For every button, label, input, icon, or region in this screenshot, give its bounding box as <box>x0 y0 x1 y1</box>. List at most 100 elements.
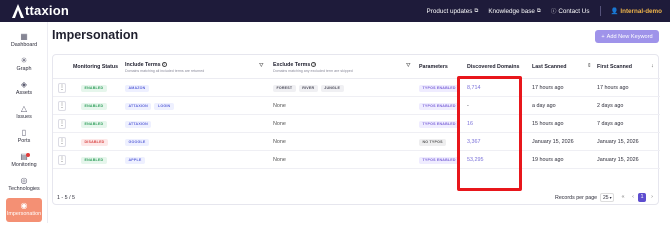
table-row[interactable]: ⋮ DISABLED GOOGLE None NO TYPOS 3,367 Ja… <box>53 133 660 151</box>
row-menu-icon[interactable]: ⋮ <box>58 83 66 93</box>
first-scanned-cell: 2 days ago <box>597 103 624 109</box>
status-badge: ENABLED <box>81 84 107 92</box>
exclude-cell: None <box>273 139 286 145</box>
row-menu-icon[interactable]: ⋮ <box>58 101 66 111</box>
sidebar-item-assets[interactable]: ◈ Assets <box>0 80 48 96</box>
app-logo[interactable]: ttaxion <box>12 3 69 18</box>
header-label: Monitoring Status <box>73 64 119 70</box>
top-nav: Product updates ⧉ Knowledge base ⧉ ⓘ Contac… <box>427 0 662 22</box>
prev-page-icon[interactable]: ‹ <box>629 193 637 202</box>
include-cell: ATTAXION <box>125 115 154 133</box>
org-switcher[interactable]: 👤 Internal-demo <box>611 7 662 16</box>
discovered-domains-link[interactable]: 16 <box>467 115 473 133</box>
parameters-cell: NO TYPOS <box>419 133 447 151</box>
parameters-cell: TYPOS ENABLED <box>419 79 460 97</box>
sort-desc-icon[interactable]: ↓ <box>651 63 654 69</box>
header-exclude-terms[interactable]: Exclude Terms? Domains matching any excl… <box>273 55 353 79</box>
discovered-domains-link[interactable]: 8,714 <box>467 79 481 97</box>
status-badge: ENABLED <box>81 120 107 128</box>
header-label: Include Terms <box>125 61 161 68</box>
header-first-scanned[interactable]: First Scanned <box>597 55 632 79</box>
top-bar: ttaxion Product updates ⧉ Knowledge base ⧉… <box>0 0 670 22</box>
first-page-icon[interactable]: « <box>619 193 627 202</box>
include-cell: GOOGLE <box>125 133 152 151</box>
records-per-page-label: Records per page <box>555 195 598 201</box>
logo-icon <box>12 3 24 18</box>
header-discovered-domains[interactable]: Discovered Domains <box>467 55 519 79</box>
sidebar-item-label: Assets <box>15 90 33 96</box>
include-term-tag: APPLE <box>125 156 145 164</box>
status-badge: DISABLED <box>81 138 108 146</box>
sidebar-item-technologies[interactable]: ◎ Technologies <box>0 176 48 192</box>
divider <box>599 6 601 16</box>
record-count: 1 - 5 / 5 <box>57 195 75 201</box>
help-circle-icon: ⓘ <box>550 9 557 15</box>
sidebar-item-monitoring[interactable]: ▤ Monitoring <box>0 152 48 168</box>
parameters-badge: NO TYPOS <box>419 138 447 146</box>
graph-icon: ✳ <box>20 56 28 65</box>
impersonation-icon: ◉ <box>20 201 28 210</box>
sidebar-item-graph[interactable]: ✳ Graph <box>0 56 48 72</box>
header-include-terms[interactable]: Include Terms? Domains matching all incl… <box>125 55 204 79</box>
filter-icon[interactable]: ⛛ <box>406 63 411 70</box>
parameters-cell: TYPOS ENABLED <box>419 151 460 169</box>
header-label: Discovered Domains <box>467 64 520 70</box>
sidebar-item-label: Impersonation <box>6 211 42 217</box>
product-updates-label: Product updates <box>426 7 473 15</box>
discovered-domains-link[interactable]: 53,295 <box>467 151 484 169</box>
exclude-term-tag: FOREST <box>273 84 296 92</box>
include-term-tag: ATTAXION <box>125 120 152 128</box>
sidebar-item-label: Issues <box>16 114 32 120</box>
sidebar-item-issues[interactable]: △ Issues <box>0 104 48 120</box>
header-subtitle: Domains matching all included terms are … <box>125 68 205 73</box>
next-page-icon[interactable]: › <box>648 193 656 202</box>
add-keyword-button[interactable]: + Add New Keyword <box>595 30 659 43</box>
table-row[interactable]: ⋮ ENABLED ATTAXION None TYPOS ENABLED 16… <box>53 115 660 133</box>
discovered-domains-link[interactable]: 3,367 <box>467 133 481 151</box>
row-menu-icon[interactable]: ⋮ <box>58 137 66 147</box>
contact-us-link[interactable]: ⓘ Contact Us <box>550 7 590 16</box>
table-row[interactable]: ⋮ ENABLED AMAZON FOREST RIVER JUNGLE TYP… <box>53 79 660 97</box>
sidebar-item-label: Monitoring <box>11 162 37 168</box>
table-footer: 1 - 5 / 5 Records per page 25▾ « ‹ 1 › <box>53 193 660 206</box>
ports-icon: ▯ <box>21 128 27 137</box>
org-label: Internal-demo <box>620 7 662 15</box>
header-parameters[interactable]: Parameters <box>419 55 448 79</box>
issues-icon: △ <box>20 104 28 113</box>
records-per-page-select[interactable]: 25▾ <box>600 193 614 202</box>
header-monitoring-status[interactable]: Monitoring Status <box>73 55 118 79</box>
add-keyword-label: Add New Keyword <box>606 33 653 40</box>
status-cell: ENABLED <box>81 97 107 115</box>
assets-icon: ◈ <box>20 80 28 89</box>
table-row[interactable]: ⋮ ENABLED ATTAXION LOGIN None TYPOS ENAB… <box>53 97 660 115</box>
parameters-cell: TYPOS ENABLED <box>419 115 460 133</box>
header-last-scanned[interactable]: Last Scanned <box>532 55 566 79</box>
sidebar-item-label: Graph <box>16 66 32 72</box>
knowledge-base-link[interactable]: Knowledge base ⧉ <box>488 8 541 15</box>
knowledge-base-label: Knowledge base <box>488 7 535 15</box>
sidebar-item-dashboard[interactable]: ▦ Dashboard <box>0 32 48 48</box>
row-menu-icon[interactable]: ⋮ <box>58 119 66 129</box>
table-row[interactable]: ⋮ ENABLED APPLE None TYPOS ENABLED 53,29… <box>53 151 660 169</box>
status-badge: ENABLED <box>81 156 107 164</box>
impersonation-table: Monitoring Status Include Terms? Domains… <box>52 54 660 206</box>
include-term-tag: LOGIN <box>154 102 174 110</box>
row-menu-icon[interactable]: ⋮ <box>58 155 66 165</box>
sidebar-item-impersonation[interactable]: ◉ Impersonation <box>6 198 42 222</box>
records-per-page-value: 25 <box>603 195 609 201</box>
current-page-button[interactable]: 1 <box>638 193 646 202</box>
filter-icon[interactable]: ⛛ <box>259 63 264 70</box>
info-icon[interactable]: ? <box>161 61 167 67</box>
exclude-cell: FOREST RIVER JUNGLE <box>273 79 347 97</box>
product-updates-link[interactable]: Product updates ⧉ <box>427 8 479 15</box>
plus-icon: + <box>601 33 605 40</box>
info-icon[interactable]: ? <box>311 61 317 67</box>
main-content: Impersonation + Add New Keyword Monitorin… <box>48 22 670 223</box>
last-scanned-cell: a day ago <box>532 103 556 109</box>
first-scanned-cell: 7 days ago <box>597 121 624 127</box>
sort-icon[interactable]: ⇕ <box>587 63 592 69</box>
notification-dot <box>26 153 30 157</box>
header-label: First Scanned <box>597 64 633 70</box>
sidebar-item-ports[interactable]: ▯ Ports <box>0 128 48 144</box>
last-scanned-cell: 15 hours ago <box>532 121 564 127</box>
